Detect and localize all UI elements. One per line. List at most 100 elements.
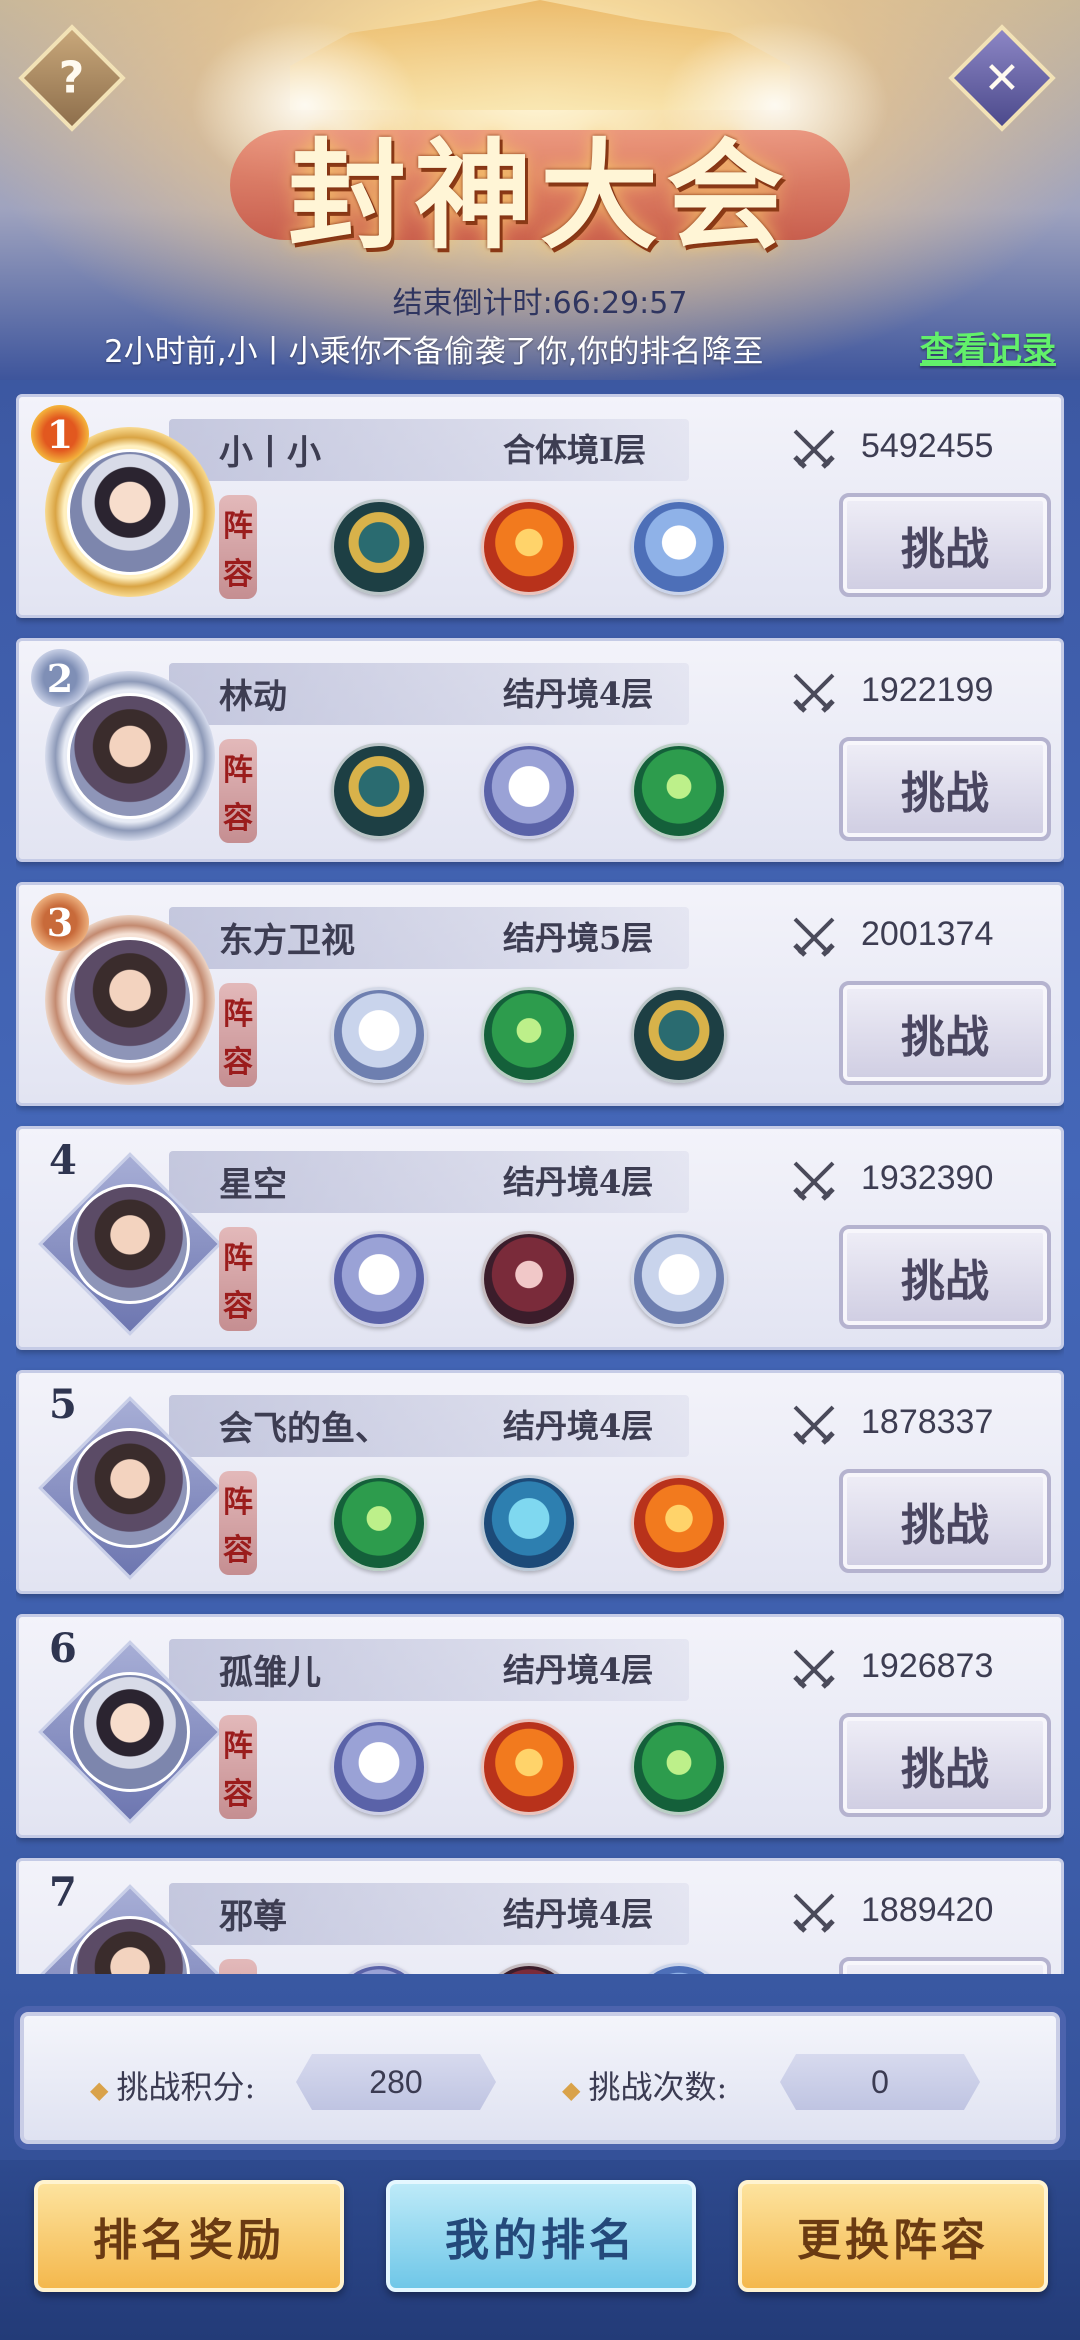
- count-label: ◆ 挑战次数:: [562, 2062, 727, 2108]
- change-lineup-button[interactable]: 更换阵容: [738, 2180, 1048, 2292]
- challenge-button[interactable]: 挑战: [839, 1957, 1051, 1974]
- green-dragon-beast-icon[interactable]: [481, 987, 577, 1083]
- avatar: [67, 693, 193, 819]
- question-icon: ?: [59, 52, 85, 104]
- avatar: [70, 1184, 190, 1304]
- lineup-label-1: 阵: [223, 1241, 253, 1276]
- player-name: 林动: [219, 677, 287, 717]
- countdown-timer: 结束倒计时:66:29:57: [392, 286, 688, 321]
- combat-power: 1878337: [861, 1403, 994, 1441]
- dragon-beast-icon[interactable]: [631, 1963, 727, 1974]
- rank-number: 5: [49, 1381, 77, 1428]
- combat-power: 1922199: [861, 671, 994, 709]
- lineup-label-2: 容: [223, 1777, 253, 1812]
- lineup-label-2: 容: [223, 801, 253, 836]
- challenge-button[interactable]: 挑战: [839, 1225, 1051, 1329]
- avatar: [67, 449, 193, 575]
- crossed-swords-icon: [793, 429, 835, 469]
- my-rank-button[interactable]: 我的排名: [386, 2180, 696, 2292]
- challenge-stats-panel: ◆ 挑战积分: 280 ◆ 挑战次数: 0: [20, 2012, 1060, 2144]
- whale-beast-icon[interactable]: [481, 1475, 577, 1571]
- score-label-text: 挑战积分:: [116, 2068, 256, 2106]
- rank-number: 7: [49, 1869, 77, 1916]
- kirin-beast-icon[interactable]: [631, 987, 727, 1083]
- beast-beast-icon[interactable]: [481, 1231, 577, 1327]
- rank-list[interactable]: 1 小丨小 合体境Ⅰ层 5492455 阵 容 挑战 2 林动 结丹境4层 19…: [16, 394, 1064, 1974]
- lineup-label-1: 阵: [223, 1965, 253, 1974]
- lineup-tag: 阵 容: [219, 1959, 257, 1974]
- kirin-beast-icon[interactable]: [331, 499, 427, 595]
- rank-card-1: 1 小丨小 合体境Ⅰ层 5492455 阵 容 挑战: [16, 394, 1064, 618]
- lineup-label-1: 阵: [223, 1485, 253, 1520]
- lineup-label-2: 容: [223, 1289, 253, 1324]
- view-record-link[interactable]: 查看记录: [920, 322, 1056, 371]
- player-name: 孤雏儿: [219, 1653, 321, 1693]
- rank-card-4: 4 星空 结丹境4层 1932390 阵 容 挑战: [16, 1126, 1064, 1350]
- lineup-tag: 阵 容: [219, 1471, 257, 1575]
- cultivation-realm: 结丹境4层: [503, 1895, 654, 1933]
- lineup-label-1: 阵: [223, 1729, 253, 1764]
- wolf-beast-icon[interactable]: [331, 1231, 427, 1327]
- combat-power: 1932390: [861, 1159, 994, 1197]
- combat-power: 5492455: [861, 427, 994, 465]
- challenge-button[interactable]: 挑战: [839, 981, 1051, 1085]
- challenge-button[interactable]: 挑战: [839, 737, 1051, 841]
- rank-badge: 1: [31, 405, 89, 463]
- rank-number: 4: [49, 1137, 77, 1184]
- lineup-label-1: 阵: [223, 997, 253, 1032]
- page-title: 封神大会: [287, 126, 792, 265]
- rank-card-7: 7 邪尊 结丹境4层 1889420 阵 容 挑战: [16, 1858, 1064, 1974]
- combat-power: 1926873: [861, 1647, 994, 1685]
- rank-badge: 2: [31, 649, 89, 707]
- diamond-icon: ◆: [90, 2076, 109, 2104]
- wolf-beast-icon[interactable]: [331, 1963, 427, 1974]
- diamond-icon: ◆: [562, 2076, 581, 2104]
- lineup-tag: 阵 容: [219, 983, 257, 1087]
- combat-power: 1889420: [861, 1891, 994, 1929]
- kirin-beast-icon[interactable]: [331, 743, 427, 839]
- tiger-beast-icon[interactable]: [631, 1231, 727, 1327]
- cultivation-realm: 结丹境4层: [503, 675, 654, 713]
- rank-rewards-button[interactable]: 排名奖励: [34, 2180, 344, 2292]
- crossed-swords-icon: [793, 1405, 835, 1445]
- green-dragon-beast-icon[interactable]: [631, 1719, 727, 1815]
- rank-card-2: 2 林动 结丹境4层 1922199 阵 容 挑战: [16, 638, 1064, 862]
- tiger-beast-icon[interactable]: [331, 987, 427, 1083]
- dragon-beast-icon[interactable]: [631, 499, 727, 595]
- challenge-button[interactable]: 挑战: [839, 1713, 1051, 1817]
- cultivation-realm: 结丹境4层: [503, 1163, 654, 1201]
- lineup-label-2: 容: [223, 557, 253, 592]
- phoenix-beast-icon[interactable]: [631, 1475, 727, 1571]
- player-name: 小丨小: [219, 433, 321, 473]
- lineup-label-1: 阵: [223, 509, 253, 544]
- player-name: 东方卫视: [219, 921, 355, 961]
- phoenix-beast-icon[interactable]: [481, 499, 577, 595]
- cultivation-realm: 合体境Ⅰ层: [503, 431, 646, 469]
- green-dragon-beast-icon[interactable]: [331, 1475, 427, 1571]
- count-value: 0: [780, 2054, 980, 2110]
- avatar: [70, 1672, 190, 1792]
- lineup-tag: 阵 容: [219, 739, 257, 843]
- lineup-tag: 阵 容: [219, 495, 257, 599]
- wolf-beast-icon[interactable]: [331, 1719, 427, 1815]
- lineup-label-2: 容: [223, 1533, 253, 1568]
- rank-badge: 3: [31, 893, 89, 951]
- close-icon: ✕: [983, 52, 1021, 104]
- cultivation-realm: 结丹境4层: [503, 1651, 654, 1689]
- challenge-button[interactable]: 挑战: [839, 493, 1051, 597]
- crossed-swords-icon: [793, 1649, 835, 1689]
- count-label-text: 挑战次数:: [588, 2068, 728, 2106]
- rank-card-6: 6 孤雏儿 结丹境4层 1926873 阵 容 挑战: [16, 1614, 1064, 1838]
- avatar: [70, 1428, 190, 1548]
- green-dragon-beast-icon[interactable]: [631, 743, 727, 839]
- player-name: 会飞的鱼、: [219, 1409, 389, 1449]
- rank-card-3: 3 东方卫视 结丹境5层 2001374 阵 容 挑战: [16, 882, 1064, 1106]
- beast-beast-icon[interactable]: [481, 1963, 577, 1974]
- crossed-swords-icon: [793, 673, 835, 713]
- lineup-label-2: 容: [223, 1045, 253, 1080]
- wolf-beast-icon[interactable]: [481, 743, 577, 839]
- lineup-tag: 阵 容: [219, 1715, 257, 1819]
- challenge-button[interactable]: 挑战: [839, 1469, 1051, 1573]
- cultivation-realm: 结丹境5层: [503, 919, 654, 957]
- phoenix-beast-icon[interactable]: [481, 1719, 577, 1815]
